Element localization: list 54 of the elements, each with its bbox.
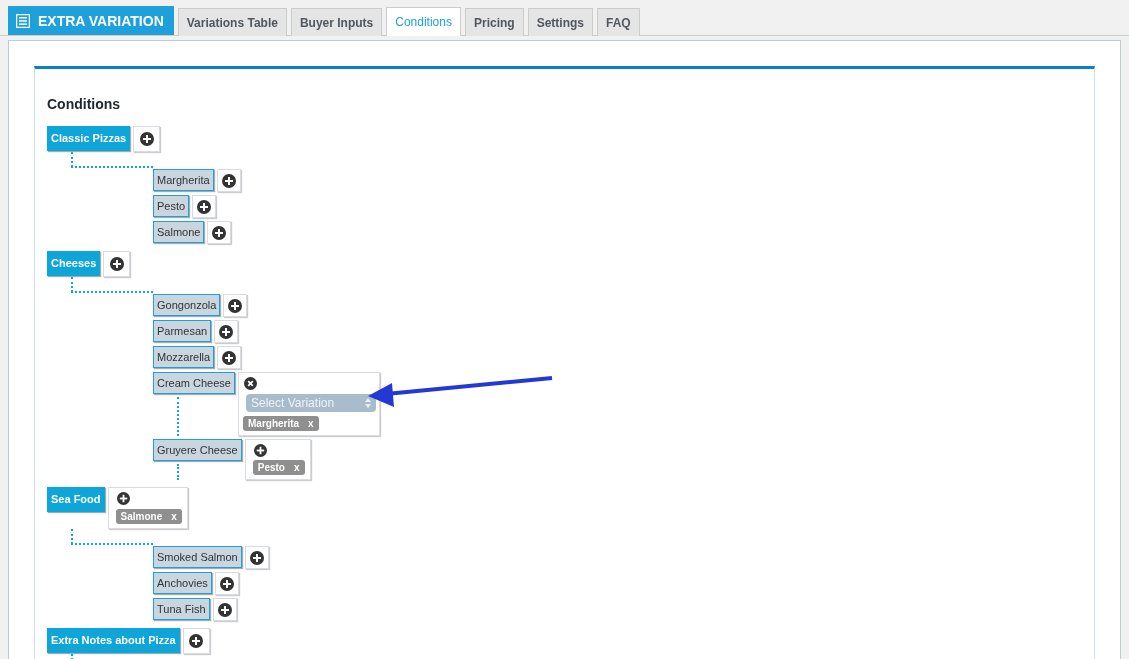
close-icon[interactable] <box>244 377 257 390</box>
add-condition-button[interactable] <box>103 251 131 277</box>
variation-label[interactable]: Margherita <box>153 169 214 191</box>
plus-circle-icon <box>228 298 243 313</box>
add-condition-button[interactable] <box>214 320 239 343</box>
tag-label: Pesto <box>257 462 285 473</box>
add-condition-button[interactable] <box>182 628 210 654</box>
variation-label[interactable]: Smoked Salmon <box>153 546 242 568</box>
variation-label[interactable]: Tuna Fish <box>153 598 210 620</box>
sort-arrows-icon <box>365 398 371 408</box>
variation-label[interactable]: Mozzarella <box>153 346 215 368</box>
variation-label[interactable]: Pesto <box>153 195 190 217</box>
plus-circle-icon[interactable] <box>116 492 130 505</box>
plus-circle-icon <box>197 199 212 214</box>
tag-label: Salmone <box>120 511 163 522</box>
plugin-title-badge: EXTRA VARIATION <box>8 6 174 35</box>
remove-tag-button[interactable]: x <box>171 511 177 522</box>
nav-tab[interactable]: Buyer Inputs <box>290 8 383 36</box>
nav-tab[interactable]: Pricing <box>464 8 524 36</box>
add-condition-button[interactable] <box>244 546 269 569</box>
plus-circle-icon <box>217 602 232 617</box>
plus-circle-icon <box>212 225 227 240</box>
plus-circle-icon <box>219 576 234 591</box>
nav-tab[interactable]: Conditions <box>386 7 461 36</box>
add-condition-button[interactable] <box>192 195 217 218</box>
list-icon <box>16 13 30 28</box>
remove-tag-button[interactable]: x <box>293 462 300 473</box>
plus-circle-icon[interactable] <box>253 444 267 457</box>
add-condition-button[interactable] <box>133 126 161 152</box>
nav-tab[interactable]: Settings <box>527 8 593 36</box>
plus-circle-icon <box>249 550 264 565</box>
section-title: Conditions <box>47 96 121 112</box>
plus-circle-icon <box>139 132 154 146</box>
variation-label[interactable]: Cream Cheese <box>153 372 235 394</box>
variation-label[interactable]: Anchovies <box>153 572 212 594</box>
add-condition-button[interactable] <box>207 221 232 244</box>
variation-label[interactable]: Gruyere Cheese <box>153 439 242 461</box>
nav-tab[interactable]: FAQ <box>597 8 640 36</box>
add-condition-button[interactable] <box>212 598 237 621</box>
add-condition-button[interactable] <box>214 572 239 595</box>
add-condition-button[interactable] <box>217 346 242 369</box>
remove-tag-button[interactable]: x <box>308 418 314 429</box>
plus-circle-icon <box>219 324 234 339</box>
plus-circle-icon <box>109 257 124 271</box>
plus-circle-icon <box>221 173 236 188</box>
plus-circle-icon <box>189 634 204 648</box>
variation-label[interactable]: Parmesan <box>153 320 212 342</box>
variation-label[interactable]: Gongonzola <box>153 294 221 316</box>
variation-label[interactable]: Salmone <box>153 221 205 243</box>
add-condition-button[interactable] <box>223 294 248 317</box>
nav-tab[interactable]: Variations Table <box>177 8 287 36</box>
add-condition-button[interactable] <box>216 169 241 192</box>
plus-circle-icon <box>222 350 237 365</box>
tag-label: Margherita <box>248 418 300 429</box>
